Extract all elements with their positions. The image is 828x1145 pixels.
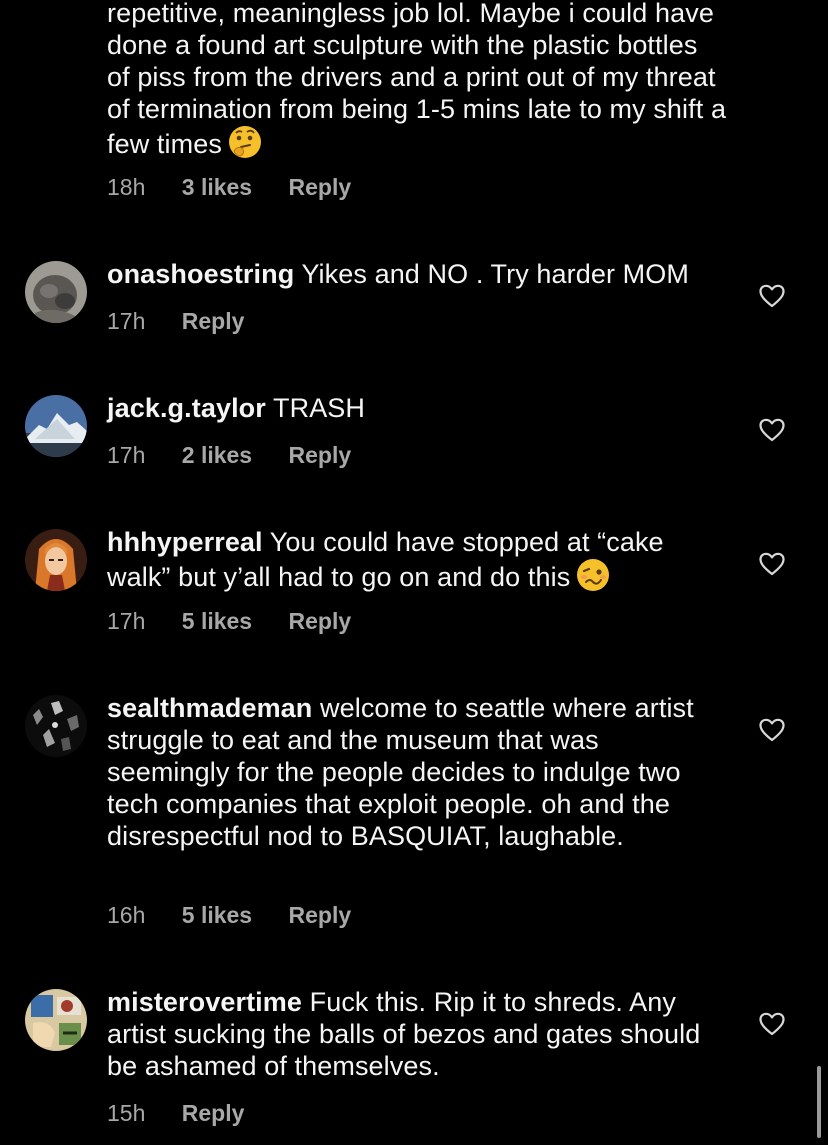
dark-photo-avatar-icon — [25, 695, 87, 757]
comment-text: repetitive, meaningless job lol. Maybe i… — [107, 0, 727, 159]
comment-text-block: hhhyperreal You could have stopped at “c… — [107, 526, 727, 599]
anime-girl-avatar-icon — [25, 529, 87, 591]
reply-button[interactable]: Reply — [289, 608, 352, 634]
heart-icon[interactable] — [759, 284, 785, 308]
mountain-avatar-icon — [25, 395, 87, 457]
reply-button[interactable]: Reply — [289, 902, 352, 928]
woozy-face-emoji — [576, 558, 610, 599]
thinking-face-emoji — [228, 125, 262, 166]
comment-time: 18h — [107, 174, 146, 200]
comment-meta: 16h 5 likes Reply — [107, 901, 381, 929]
comment-username[interactable]: onashoestring — [107, 259, 294, 289]
comment-text-block: misterovertime Fuck this. Rip it to shre… — [107, 986, 727, 1082]
likes-count-button[interactable]: 5 likes — [182, 902, 252, 928]
comment-text-block: jack.g.taylor TRASH — [107, 392, 727, 424]
comment-meta: 15h Reply — [107, 1099, 274, 1127]
likes-count-button[interactable]: 2 likes — [182, 442, 252, 468]
heart-icon[interactable] — [759, 1012, 785, 1036]
cat-avatar-icon — [25, 261, 87, 323]
reply-button[interactable]: Reply — [289, 442, 352, 468]
comment-username[interactable]: jack.g.taylor — [107, 393, 266, 423]
heart-icon[interactable] — [759, 718, 785, 742]
avatar[interactable] — [25, 529, 87, 591]
likes-count-button[interactable]: 3 likes — [182, 174, 252, 200]
avatar[interactable] — [25, 695, 87, 757]
comment-username[interactable]: misterovertime — [107, 987, 302, 1017]
comment-text-block: sealthmademan welcome to seattle where a… — [107, 692, 727, 852]
reply-button[interactable]: Reply — [289, 174, 352, 200]
avatar[interactable] — [25, 395, 87, 457]
comment-text-block: repetitive, meaningless job lol. Maybe i… — [107, 0, 727, 166]
comment-time: 16h — [107, 902, 146, 928]
comment-text: TRASH — [273, 393, 366, 423]
comment-meta: 17h 2 likes Reply — [107, 441, 381, 469]
avatar[interactable] — [25, 989, 87, 1051]
avatar[interactable] — [25, 261, 87, 323]
comment-time: 17h — [107, 308, 146, 334]
comment-text-block: onashoestring Yikes and NO . Try harder … — [107, 258, 727, 290]
likes-count-button[interactable]: 5 likes — [182, 608, 252, 634]
scrollbar[interactable] — [817, 1066, 821, 1138]
comment-username[interactable]: hhhyperreal — [107, 527, 263, 557]
cartoon-avatar-icon — [25, 989, 87, 1051]
comment-time: 17h — [107, 608, 146, 634]
comment-meta: 18h 3 likes Reply — [107, 173, 381, 201]
comment-time: 15h — [107, 1100, 146, 1126]
comment-meta: 17h Reply — [107, 307, 274, 335]
comment-text: Yikes and NO . Try harder MOM — [301, 259, 689, 289]
reply-button[interactable]: Reply — [182, 1100, 245, 1126]
heart-icon[interactable] — [759, 418, 785, 442]
heart-icon[interactable] — [759, 552, 785, 576]
comment-username[interactable]: sealthmademan — [107, 693, 312, 723]
comment-time: 17h — [107, 442, 146, 468]
reply-button[interactable]: Reply — [182, 308, 245, 334]
comment-meta: 17h 5 likes Reply — [107, 607, 381, 635]
